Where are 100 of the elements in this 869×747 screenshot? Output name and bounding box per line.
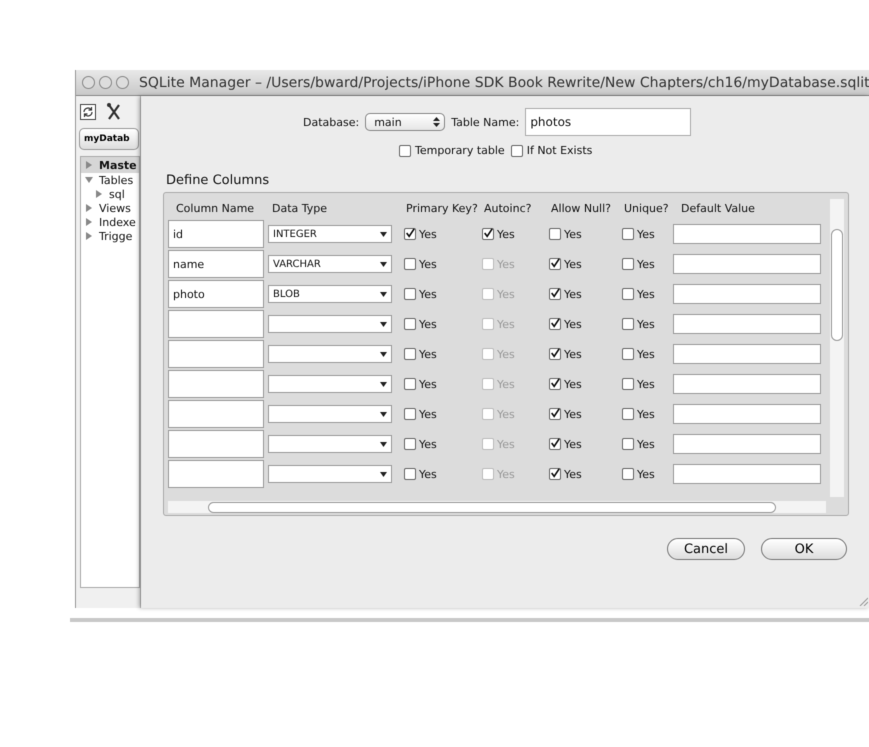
checkmark-icon xyxy=(550,317,560,329)
data-type-select[interactable] xyxy=(268,465,392,483)
yes-checkbox[interactable]: Yes xyxy=(398,408,476,420)
minimize-button[interactable] xyxy=(99,76,112,89)
yes-checkbox[interactable]: Yes xyxy=(398,258,476,270)
column-header: Data Type xyxy=(271,202,328,214)
dropdown-arrow-icon xyxy=(380,382,387,386)
yes-checkbox[interactable]: Yes xyxy=(616,228,673,240)
column-name-field[interactable] xyxy=(168,370,264,398)
disclosure-triangle-icon[interactable] xyxy=(85,204,93,212)
yes-checkbox[interactable]: Yes xyxy=(616,318,673,330)
disclosure-triangle-icon[interactable] xyxy=(95,190,103,198)
default-value-field[interactable] xyxy=(673,434,821,454)
database-select[interactable]: main xyxy=(365,113,446,131)
default-value-field[interactable] xyxy=(673,254,821,274)
disclosure-triangle-icon[interactable] xyxy=(85,176,93,184)
yes-checkbox[interactable]: Yes xyxy=(616,288,673,300)
checkmark-icon xyxy=(550,377,560,389)
tree-item[interactable]: Trigge xyxy=(81,229,139,243)
data-type-select[interactable] xyxy=(268,315,392,333)
column-name-field[interactable] xyxy=(168,430,264,458)
default-value-field[interactable] xyxy=(673,374,821,394)
disclosure-triangle-icon[interactable] xyxy=(85,161,93,169)
refresh-button[interactable] xyxy=(80,104,96,120)
column-name-field[interactable]: photo xyxy=(168,280,264,308)
table-name-field[interactable]: photos xyxy=(525,108,692,136)
tree-label: Tables xyxy=(99,174,134,186)
yes-checkbox[interactable]: Yes xyxy=(476,228,543,240)
default-value-field[interactable] xyxy=(673,344,821,364)
yes-checkbox[interactable]: Yes xyxy=(616,378,673,390)
column-name-field[interactable] xyxy=(168,340,264,368)
yes-checkbox[interactable]: Yes xyxy=(543,348,616,360)
yes-checkbox[interactable]: Yes xyxy=(398,348,476,360)
yes-checkbox[interactable]: Yes xyxy=(543,468,616,480)
tree-item[interactable]: Maste xyxy=(81,157,139,173)
vertical-scrollbar[interactable] xyxy=(830,199,844,497)
yes-checkbox[interactable]: Yes xyxy=(616,408,673,420)
resize-grip-icon[interactable] xyxy=(858,596,868,606)
column-name-field[interactable]: name xyxy=(168,250,264,278)
yes-checkbox[interactable]: Yes xyxy=(398,378,476,390)
default-value-field[interactable] xyxy=(673,284,821,304)
database-label: Database: xyxy=(303,116,360,128)
yes-checkbox[interactable]: Yes xyxy=(616,438,673,450)
yes-checkbox[interactable]: Yes xyxy=(398,228,476,240)
default-value-field[interactable] xyxy=(673,224,821,244)
disclosure-triangle-icon[interactable] xyxy=(85,232,93,240)
close-button[interactable] xyxy=(82,76,95,89)
dialog-button[interactable]: OK xyxy=(761,538,847,560)
tree-label: Indexe xyxy=(99,216,136,228)
checkmark-icon xyxy=(550,437,560,449)
dropdown-arrow-icon xyxy=(380,472,387,476)
dropdown-arrow-icon xyxy=(380,262,387,266)
yes-checkbox[interactable]: Yes xyxy=(543,408,616,420)
checkmark-icon xyxy=(550,467,560,479)
checkmark-icon xyxy=(483,227,493,239)
zoom-button[interactable] xyxy=(116,76,129,89)
tree-label: Views xyxy=(99,202,131,214)
tree-item[interactable]: Tables xyxy=(81,173,139,187)
yes-checkbox[interactable]: Yes xyxy=(398,468,476,480)
option-checkbox[interactable]: Temporary table xyxy=(399,144,505,157)
yes-checkbox[interactable]: Yes xyxy=(543,318,616,330)
default-value-field[interactable] xyxy=(673,404,821,424)
default-value-field[interactable] xyxy=(673,464,821,484)
disclosure-triangle-icon[interactable] xyxy=(85,218,93,226)
tree-item[interactable]: Views xyxy=(81,201,139,215)
column-name-field[interactable]: id xyxy=(168,220,264,248)
dialog-button[interactable]: Cancel xyxy=(667,538,745,560)
checkmark-icon xyxy=(550,257,560,269)
database-button[interactable]: myDatab xyxy=(79,128,139,150)
yes-checkbox[interactable]: Yes xyxy=(398,288,476,300)
column-name-field[interactable] xyxy=(168,460,264,488)
up-down-arrows-icon xyxy=(433,117,440,127)
yes-checkbox[interactable]: Yes xyxy=(398,438,476,450)
yes-checkbox[interactable]: Yes xyxy=(616,258,673,270)
option-checkbox[interactable]: If Not Exists xyxy=(510,144,592,157)
column-name-field[interactable] xyxy=(168,400,264,428)
column-header: Primary Key? xyxy=(405,202,476,214)
yes-checkbox[interactable]: Yes xyxy=(616,348,673,360)
horizontal-scrollbar[interactable] xyxy=(168,501,826,513)
dropdown-arrow-icon xyxy=(380,232,387,236)
tree-item[interactable]: Indexe xyxy=(81,215,139,229)
yes-checkbox[interactable]: Yes xyxy=(543,288,616,300)
yes-checkbox[interactable]: Yes xyxy=(543,258,616,270)
dropdown-arrow-icon xyxy=(380,322,387,326)
data-type-select[interactable]: BLOB xyxy=(268,285,392,303)
yes-checkbox[interactable]: Yes xyxy=(543,378,616,390)
data-type-select[interactable] xyxy=(268,435,392,453)
tree-item[interactable]: sql xyxy=(81,187,139,201)
data-type-select[interactable] xyxy=(268,345,392,363)
data-type-select[interactable]: INTEGER xyxy=(268,225,392,243)
data-type-select[interactable]: VARCHAR xyxy=(268,255,392,273)
yes-checkbox[interactable]: Yes xyxy=(616,468,673,480)
data-type-select[interactable] xyxy=(268,375,392,393)
yes-checkbox[interactable]: Yes xyxy=(543,228,616,240)
yes-checkbox[interactable]: Yes xyxy=(543,438,616,450)
column-name-field[interactable] xyxy=(168,310,264,338)
data-type-select[interactable] xyxy=(268,405,392,423)
default-value-field[interactable] xyxy=(673,314,821,334)
yes-checkbox[interactable]: Yes xyxy=(398,318,476,330)
dropdown-arrow-icon xyxy=(380,352,387,356)
